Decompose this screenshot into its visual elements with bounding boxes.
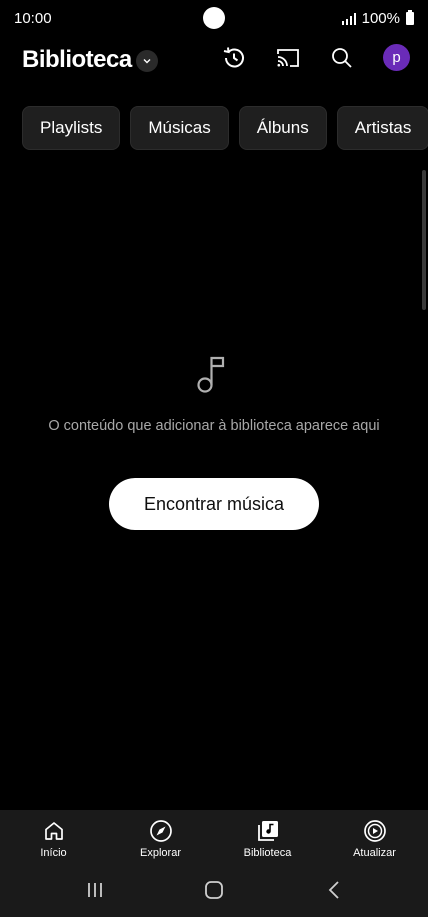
chip-albuns[interactable]: Álbuns [238, 106, 327, 150]
recents-button[interactable] [80, 878, 110, 902]
nav-item-home[interactable]: Início [0, 810, 107, 864]
find-music-button[interactable]: Encontrar música [109, 478, 319, 530]
cast-button[interactable] [274, 44, 302, 72]
system-home-button[interactable] [199, 878, 229, 902]
history-button[interactable] [220, 44, 248, 72]
bottom-nav: Início Explorar Biblioteca Atualizar [0, 810, 428, 864]
nav-label: Biblioteca [243, 847, 292, 859]
chip-artistas[interactable]: Artistas [336, 106, 428, 150]
upgrade-icon [363, 820, 386, 842]
nav-item-explore[interactable]: Explorar [107, 810, 214, 864]
signal-icon [341, 12, 356, 25]
search-button[interactable] [328, 44, 356, 72]
nav-label: Atualizar [353, 847, 396, 859]
empty-message: O conteúdo que adicionar à biblioteca ap… [48, 418, 380, 434]
library-icon [257, 821, 278, 841]
back-button[interactable] [320, 878, 350, 902]
chip-musicas[interactable]: Músicas [130, 106, 229, 150]
system-nav-bar [0, 864, 428, 917]
home-outline-icon [205, 881, 223, 899]
battery-icon [406, 10, 414, 25]
chevron-down-icon [143, 59, 151, 64]
nav-label: Início [40, 847, 67, 859]
history-icon [223, 47, 244, 68]
back-icon [328, 881, 339, 899]
filter-chips: Playlists Músicas Álbuns Artistas [22, 106, 428, 150]
status-indicators: 100% [341, 10, 414, 27]
home-icon [44, 822, 63, 840]
nav-label: Explorar [140, 847, 181, 859]
compass-icon [149, 820, 172, 842]
title-dropdown-button[interactable] [136, 50, 158, 72]
status-time: 10:00 [14, 10, 52, 27]
scrollbar[interactable] [422, 170, 426, 310]
battery-percent: 100% [361, 10, 400, 27]
nav-item-upgrade[interactable]: Atualizar [321, 810, 428, 864]
status-bar: 10:00 100% [0, 0, 428, 38]
recents-icon [88, 883, 102, 897]
search-icon [332, 48, 352, 68]
app-header: Biblioteca p [0, 38, 428, 90]
chip-playlists[interactable]: Playlists [22, 106, 121, 150]
avatar[interactable]: p [383, 44, 410, 71]
music-note-icon [197, 356, 225, 393]
empty-state: O conteúdo que adicionar à biblioteca ap… [0, 352, 428, 434]
front-camera [203, 7, 225, 29]
page-title: Biblioteca [22, 46, 132, 73]
nav-item-library[interactable]: Biblioteca [214, 810, 321, 864]
cast-icon [277, 49, 299, 67]
